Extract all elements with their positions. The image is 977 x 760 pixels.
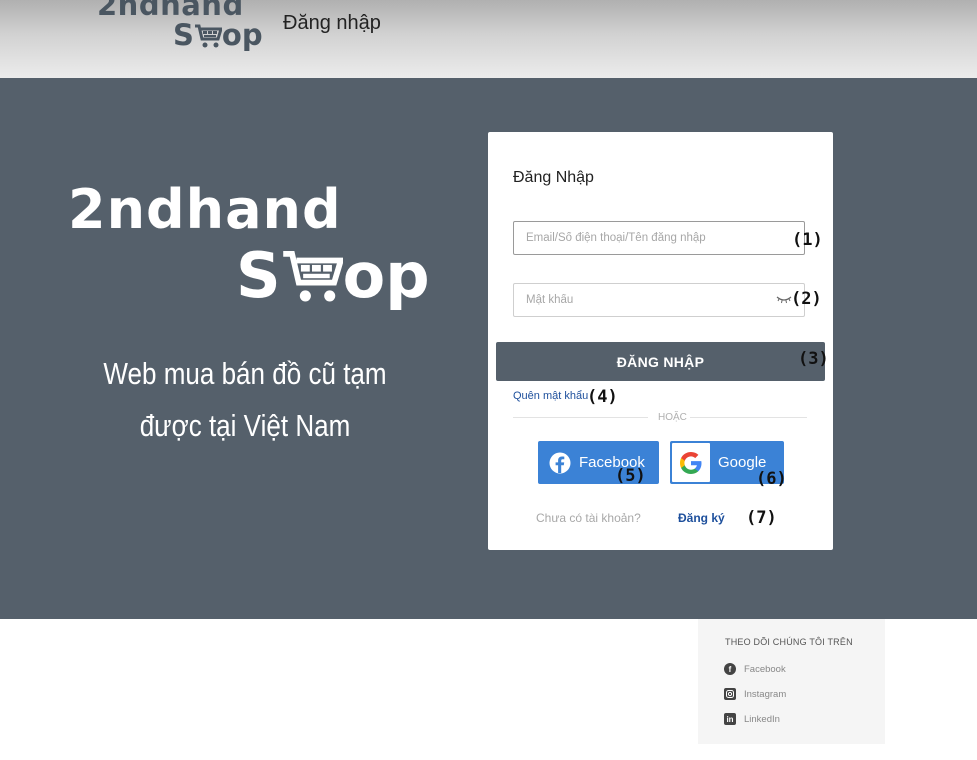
cart-icon — [194, 24, 222, 47]
annotation-3: (3) — [798, 349, 829, 369]
cart-icon — [282, 250, 343, 302]
annotation-6: (6) — [756, 469, 787, 489]
password-input[interactable] — [513, 283, 805, 317]
divider-left — [513, 417, 648, 418]
follow-us-panel: THEO DÕI CHÚNG TÔI TRÊN f Facebook Insta… — [698, 619, 885, 744]
hero-tagline-line1: Web mua bán đồ cũ tạm — [103, 356, 387, 391]
annotation-2: (2) — [791, 289, 822, 309]
facebook-icon: f — [724, 663, 736, 675]
follow-instagram-link[interactable]: Instagram — [724, 688, 786, 700]
annotation-5: (5) — [615, 466, 646, 486]
annotation-7: (7) — [746, 508, 777, 528]
facebook-icon — [549, 452, 571, 473]
follow-facebook-link[interactable]: f Facebook — [724, 663, 786, 675]
google-icon — [680, 451, 702, 474]
brand-logo-line2: S op — [173, 21, 263, 50]
hero-tagline-line2: được tại Việt Nam — [139, 408, 351, 443]
brand-logo-line1: 2ndhand — [97, 0, 244, 22]
login-title: Đăng Nhập — [513, 169, 594, 186]
linkedin-icon: in — [724, 713, 736, 725]
eye-closed-icon[interactable] — [776, 293, 792, 305]
hero-logo-s: S — [236, 239, 281, 312]
follow-facebook-label: Facebook — [744, 663, 786, 675]
google-icon-box — [672, 443, 710, 482]
register-link[interactable]: Đăng ký — [678, 511, 725, 525]
brand-logo-s: S — [173, 18, 194, 52]
email-input[interactable] — [513, 221, 805, 255]
or-separator: HOẶC — [658, 412, 687, 423]
annotation-4: (4) — [587, 387, 618, 407]
login-submit-button[interactable]: ĐĂNG NHẬP — [496, 342, 825, 381]
hero-logo-line2: S op — [236, 245, 430, 307]
forgot-password-link[interactable]: Quên mật khẩu — [513, 390, 588, 402]
instagram-glyph — [726, 690, 734, 698]
login-card: Đăng Nhập (1) (2) ĐĂNG NHẬP (3) Quên mật… — [488, 132, 833, 550]
annotation-1: (1) — [792, 230, 823, 250]
hero-logo-line1: 2ndhand — [68, 178, 342, 241]
instagram-icon — [724, 688, 736, 700]
divider-right — [690, 417, 807, 418]
no-account-text: Chưa có tài khoản? — [536, 511, 641, 525]
brand-logo[interactable]: 2ndhand S op — [97, 0, 267, 59]
follow-linkedin-label: LinkedIn — [744, 713, 780, 725]
follow-linkedin-link[interactable]: in LinkedIn — [724, 713, 780, 725]
hero-logo-op: op — [342, 239, 430, 312]
hero-logo: 2ndhand S op — [68, 178, 430, 323]
follow-us-title: THEO DÕI CHÚNG TÔI TRÊN — [725, 637, 853, 647]
follow-instagram-label: Instagram — [744, 688, 787, 700]
hero-tagline: Web mua bán đồ cũ tạm được tại Việt Nam — [90, 348, 401, 452]
brand-logo-op: op — [221, 18, 263, 52]
page-title: Đăng nhập — [283, 12, 381, 34]
top-header: 2ndhand S op Đăng nhập — [0, 0, 977, 78]
